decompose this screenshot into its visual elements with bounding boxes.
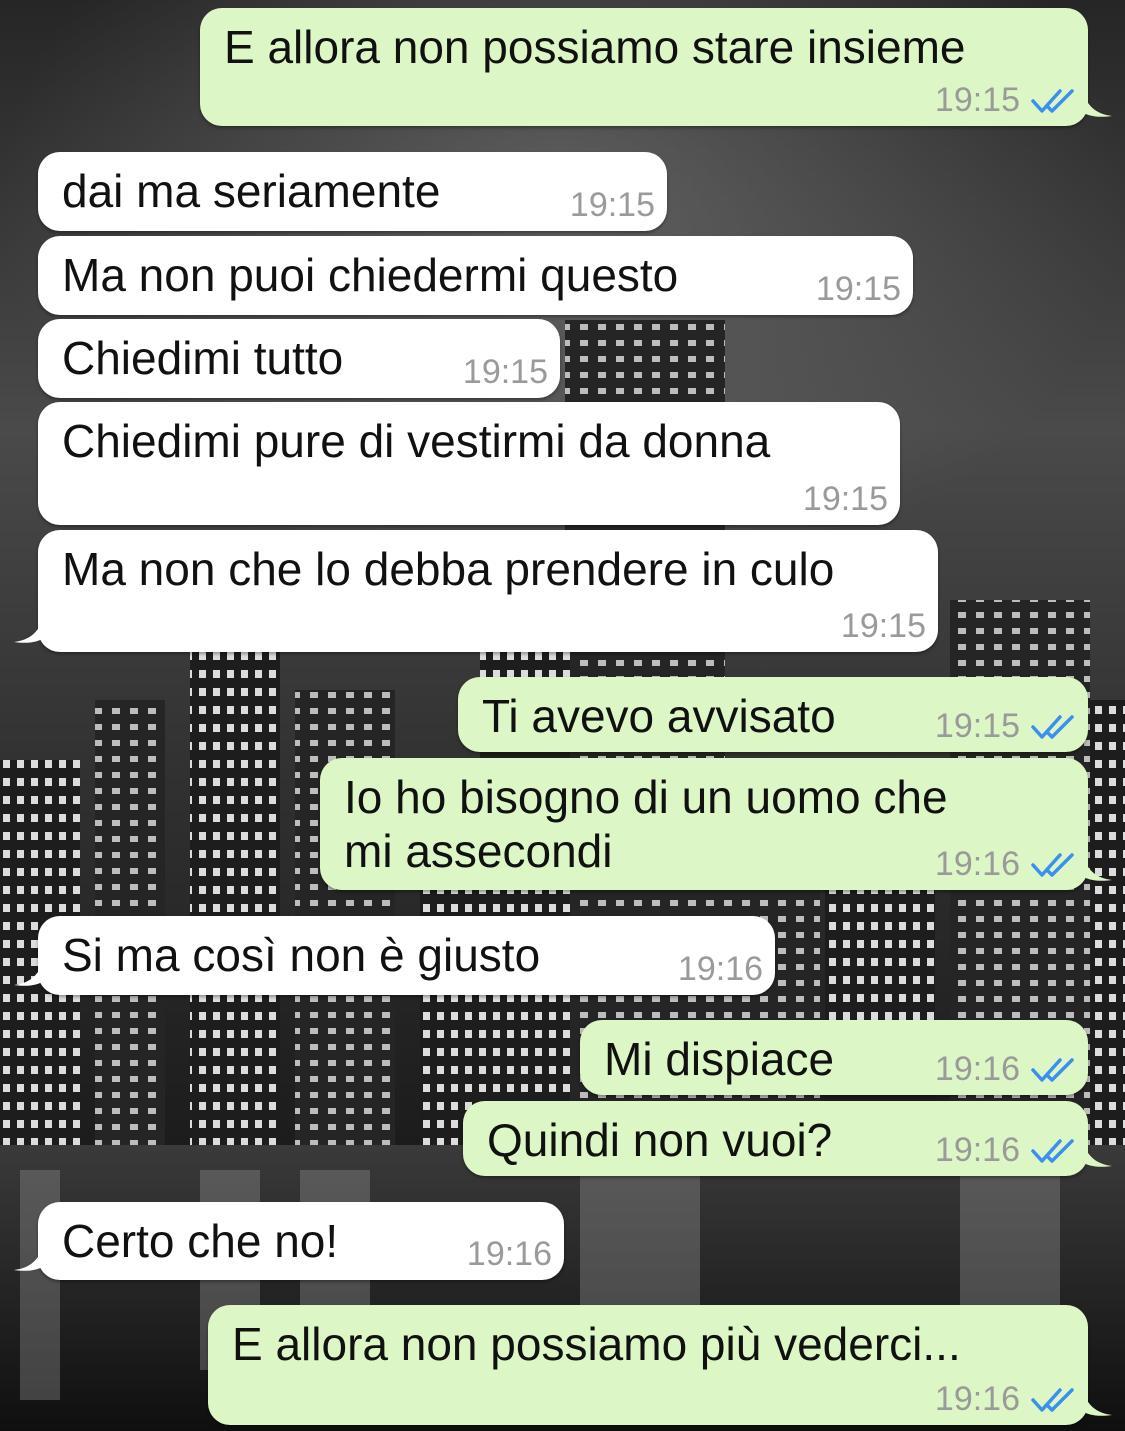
message-meta: 19:16 — [935, 1131, 1076, 1170]
bubble-tail — [1082, 88, 1112, 117]
message-timestamp: 19:16 — [677, 950, 763, 988]
message-meta: 19:15 — [841, 607, 926, 646]
message-text: E allora non possiamo più vederci... — [232, 1318, 961, 1370]
message-timestamp: 19:16 — [466, 1235, 552, 1273]
message-timestamp: 19:15 — [934, 707, 1020, 745]
message-timestamp: 19:16 — [934, 1131, 1020, 1169]
bubble-tail — [1082, 852, 1112, 881]
outgoing-message-bubble[interactable]: E allora non possiamo più vederci... 19:1… — [208, 1305, 1112, 1425]
bubble-tail — [1082, 1387, 1112, 1416]
message-timestamp: 19:15 — [569, 186, 655, 224]
message-timestamp: 19:16 — [934, 1050, 1020, 1088]
incoming-message-bubble[interactable]: Chiedimi pure di vestirmi da donna 19:15 — [38, 402, 900, 525]
message-timestamp: 19:15 — [934, 81, 1020, 119]
double-check-icon — [1031, 1387, 1074, 1412]
message-text: Ma non puoi chiedermi questo — [62, 249, 679, 301]
message-meta: 19:15 — [816, 270, 901, 309]
message-text: Si ma così non è giusto — [62, 929, 541, 981]
incoming-message-bubble[interactable]: Si ma così non è giusto 19:16 — [14, 916, 775, 995]
bubble-tail — [1082, 1138, 1112, 1167]
message-meta: 19:16 — [935, 1380, 1076, 1419]
message-text: Io ho bisogno di un uomo che mi assecond… — [344, 771, 948, 877]
message-text: Quindi non vuoi? — [487, 1114, 833, 1166]
message-text: Ma non che lo debba prendere in culo — [62, 543, 835, 595]
incoming-message-bubble[interactable]: dai ma seriamente 19:15 — [38, 152, 667, 231]
outgoing-message-bubble[interactable]: E allora non possiamo stare insieme 19:15 — [200, 8, 1112, 126]
message-text: E allora non possiamo stare insieme — [224, 21, 966, 73]
message-meta: 19:16 — [935, 1050, 1076, 1089]
outgoing-message-bubble[interactable]: Ti avevo avvisato 19:15 — [458, 677, 1088, 752]
message-meta: 19:16 — [467, 1235, 552, 1274]
message-timestamp: 19:16 — [934, 845, 1020, 883]
message-text: Ti avevo avvisato — [482, 690, 836, 742]
bubble-tail — [14, 957, 44, 986]
double-check-icon — [1031, 1057, 1074, 1082]
message-text: Chiedimi tutto — [62, 332, 344, 384]
message-meta: 19:16 — [935, 845, 1076, 884]
message-timestamp: 19:15 — [840, 607, 926, 645]
message-timestamp: 19:16 — [934, 1380, 1020, 1418]
message-text: Mi dispiace — [604, 1033, 835, 1085]
double-check-icon — [1031, 714, 1074, 739]
message-text: dai ma seriamente — [62, 165, 441, 217]
message-text: Certo che no! — [62, 1215, 339, 1267]
message-meta: 19:15 — [935, 81, 1076, 120]
message-meta: 19:15 — [803, 480, 888, 519]
bubble-tail — [14, 614, 44, 643]
incoming-message-bubble[interactable]: Ma non che lo debba prendere in culo 19:1… — [14, 530, 938, 652]
bubble-tail — [14, 1242, 44, 1271]
message-timestamp: 19:15 — [802, 480, 888, 518]
outgoing-message-bubble[interactable]: Io ho bisogno di un uomo che mi assecond… — [320, 758, 1112, 890]
message-meta: 19:15 — [463, 353, 548, 392]
incoming-message-bubble[interactable]: Chiedimi tutto 19:15 — [38, 319, 560, 398]
message-meta: 19:16 — [678, 950, 763, 989]
message-timestamp: 19:15 — [815, 270, 901, 308]
message-text: Chiedimi pure di vestirmi da donna — [62, 415, 771, 467]
double-check-icon — [1031, 1138, 1074, 1163]
incoming-message-bubble[interactable]: Certo che no! 19:16 — [14, 1202, 564, 1280]
message-meta: 19:15 — [570, 186, 655, 225]
double-check-icon — [1031, 88, 1074, 113]
message-timestamp: 19:15 — [462, 353, 548, 391]
message-meta: 19:15 — [935, 707, 1076, 746]
double-check-icon — [1031, 852, 1074, 877]
incoming-message-bubble[interactable]: Ma non puoi chiedermi questo 19:15 — [38, 236, 913, 315]
outgoing-message-bubble[interactable]: Mi dispiace 19:16 — [580, 1020, 1088, 1095]
outgoing-message-bubble[interactable]: Quindi non vuoi? 19:16 — [463, 1101, 1112, 1176]
